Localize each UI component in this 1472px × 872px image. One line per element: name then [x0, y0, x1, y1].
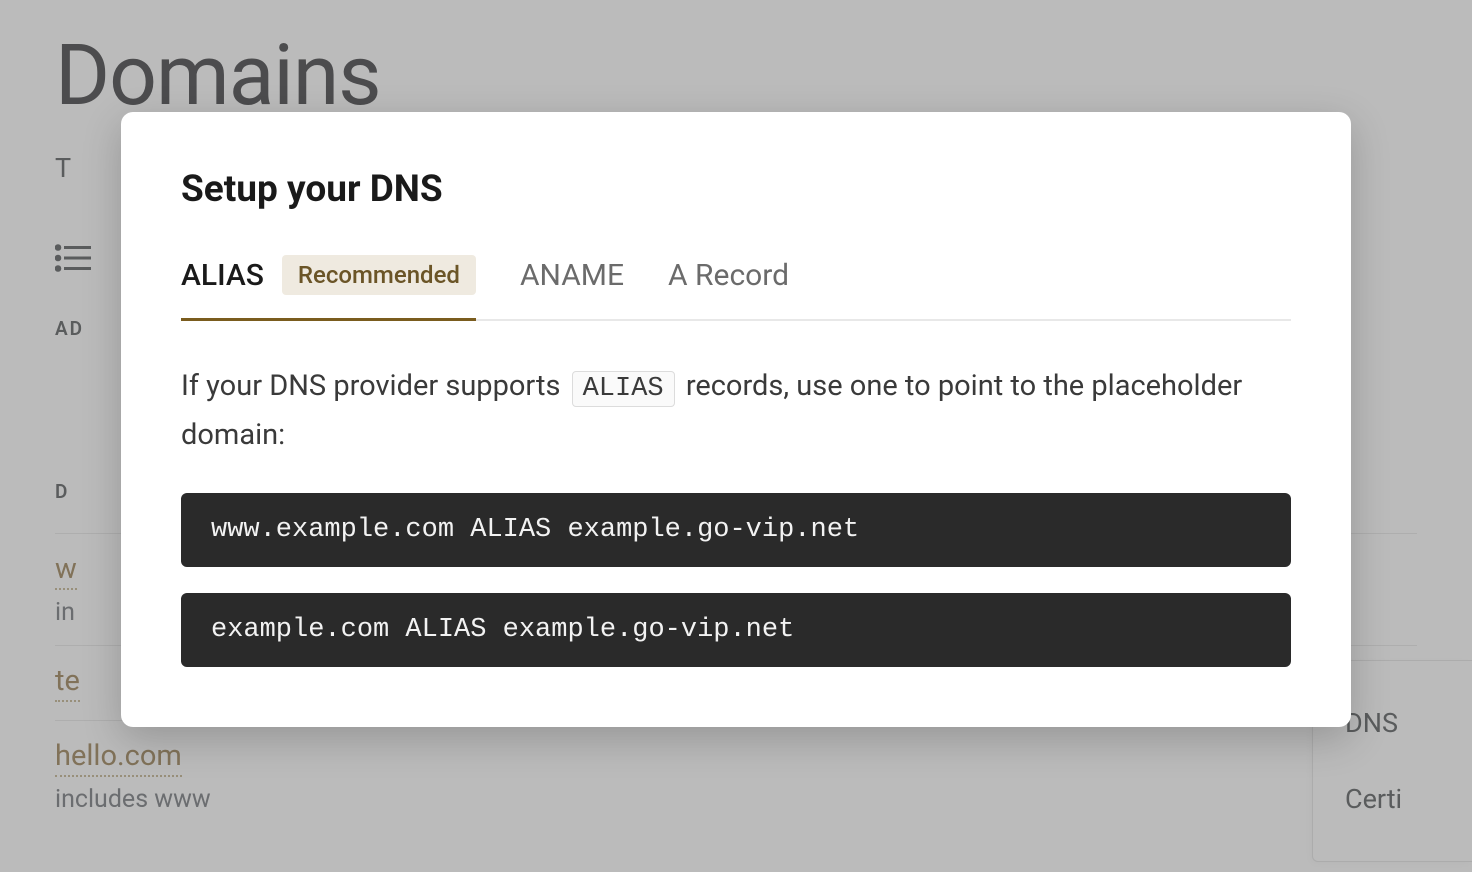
modal-overlay[interactable]: Setup your DNS ALIAS Recommended ANAME A… [0, 0, 1472, 872]
inline-code-alias: ALIAS [572, 371, 675, 407]
modal-body: If your DNS provider supports ALIAS reco… [181, 363, 1291, 667]
tab-aname[interactable]: ANAME [520, 258, 624, 317]
tab-list: ALIAS Recommended ANAME A Record [181, 255, 1291, 321]
modal-instruction-text: If your DNS provider supports ALIAS reco… [181, 363, 1291, 459]
tab-label: ALIAS [181, 258, 264, 293]
text-before: If your DNS provider supports [181, 369, 568, 403]
code-block[interactable]: www.example.com ALIAS example.go-vip.net [181, 493, 1291, 567]
code-block[interactable]: example.com ALIAS example.go-vip.net [181, 593, 1291, 667]
tab-a-record[interactable]: A Record [668, 258, 789, 317]
tab-label: ANAME [520, 258, 624, 293]
tab-label: A Record [668, 258, 789, 293]
tab-alias[interactable]: ALIAS Recommended [181, 255, 476, 319]
dns-setup-modal: Setup your DNS ALIAS Recommended ANAME A… [121, 112, 1351, 727]
recommended-badge: Recommended [282, 255, 476, 295]
modal-title: Setup your DNS [181, 168, 1291, 211]
